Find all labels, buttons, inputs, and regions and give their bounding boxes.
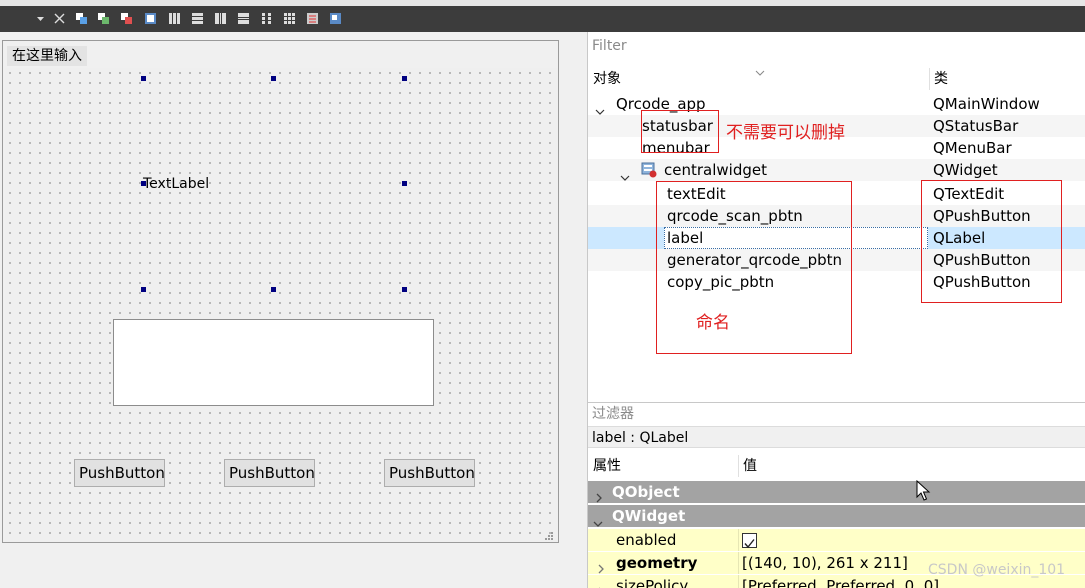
push-button-1[interactable]: PushButton xyxy=(74,459,165,487)
property-name: geometry xyxy=(616,554,698,572)
form-designer-area: 在这里输入 TextLabel PushButton PushButton Pu… xyxy=(0,32,587,588)
push-button-3[interactable]: PushButton xyxy=(384,459,475,487)
push-button-2[interactable]: PushButton xyxy=(224,459,315,487)
tree-item-class: QMainWindow xyxy=(933,95,1040,113)
annotation-note-rename: 命名 xyxy=(696,313,730,333)
column-header-class[interactable]: 类 xyxy=(934,68,948,90)
close-icon[interactable] xyxy=(53,12,66,25)
layout-form-icon[interactable] xyxy=(260,12,273,25)
property-group-qwidget[interactable]: QWidget xyxy=(588,505,1085,527)
toolbar xyxy=(0,0,1085,32)
tree-item-class: QMenuBar xyxy=(933,139,1012,157)
column-separator xyxy=(738,529,739,551)
edit-tab-order-icon[interactable] xyxy=(144,12,157,25)
expand-chevron-icon[interactable] xyxy=(595,100,605,115)
annotation-box-class xyxy=(921,180,1062,303)
column-header-property[interactable]: 属性 xyxy=(593,455,621,477)
property-value[interactable]: [(140, 10), 261 x 211] xyxy=(742,552,908,574)
column-header-object[interactable]: 对象 xyxy=(593,68,621,90)
layout-horizontal-icon[interactable] xyxy=(168,12,181,25)
property-editor: 过滤器 label : QLabel 属性 值 QObject QWidget … xyxy=(587,402,1085,588)
annotation-box-delete xyxy=(641,110,719,153)
object-inspector: Filter 对象 类 Qrcode_app QMainWindow statu… xyxy=(587,32,1085,402)
resize-grip-icon[interactable] xyxy=(542,526,554,540)
layout-vertical-icon[interactable] xyxy=(191,12,204,25)
property-name: enabled xyxy=(616,531,677,549)
selection-handle[interactable] xyxy=(402,181,407,186)
expand-chevron-icon[interactable] xyxy=(593,512,603,527)
layout-vertical-splitter-icon[interactable] xyxy=(237,12,250,25)
property-name: sizePolicy xyxy=(616,577,689,588)
layout-horizontal-splitter-icon[interactable] xyxy=(214,12,227,25)
column-separator xyxy=(738,575,739,588)
selection-handle[interactable] xyxy=(141,287,146,292)
selection-handle[interactable] xyxy=(141,76,146,81)
property-group-name: QWidget xyxy=(612,507,686,525)
text-label-widget[interactable]: TextLabel xyxy=(143,175,209,193)
column-separator[interactable] xyxy=(929,68,930,90)
menu-type-here-placeholder[interactable]: 在这里输入 xyxy=(7,46,87,66)
annotation-box-rename xyxy=(656,181,852,354)
tree-row-centralwidget[interactable]: centralwidget QWidget xyxy=(588,159,1085,181)
tree-item-class: QStatusBar xyxy=(933,117,1019,135)
property-group-name: QObject xyxy=(612,483,680,501)
enabled-checkbox[interactable] xyxy=(742,533,757,549)
column-separator xyxy=(738,552,739,574)
property-group-qobject[interactable]: QObject xyxy=(588,481,1085,503)
edit-buddies-icon[interactable] xyxy=(120,12,133,25)
property-row-enabled[interactable]: enabled xyxy=(588,529,1085,551)
property-object-name: label : QLabel xyxy=(588,426,1085,448)
collapsed-chevron-icon[interactable] xyxy=(594,487,604,503)
selection-handle[interactable] xyxy=(402,76,407,81)
collapsed-chevron-icon[interactable] xyxy=(596,558,606,574)
adjust-size-icon[interactable] xyxy=(329,12,342,25)
property-filter-input[interactable]: 过滤器 xyxy=(588,403,1085,425)
widget-layout-icon xyxy=(641,162,657,178)
object-filter-input[interactable]: Filter xyxy=(588,34,1085,58)
column-separator[interactable] xyxy=(738,455,739,477)
break-layout-icon[interactable] xyxy=(306,12,319,25)
text-edit-widget[interactable] xyxy=(113,319,434,406)
layout-grid-icon[interactable] xyxy=(283,12,296,25)
property-value[interactable]: [Preferred, Preferred, 0, 0] xyxy=(742,575,939,588)
watermark: CSDN @weixin_101 xyxy=(928,562,1066,578)
annotation-note-delete: 不需要可以删掉 xyxy=(726,123,845,143)
selection-handle[interactable] xyxy=(271,76,276,81)
qt-designer-window: 在这里输入 TextLabel PushButton PushButton Pu… xyxy=(0,0,1085,588)
tree-item-class: QWidget xyxy=(933,161,998,179)
mouse-cursor-icon xyxy=(916,479,932,502)
edit-widgets-icon[interactable] xyxy=(75,12,88,25)
selection-handle[interactable] xyxy=(402,287,407,292)
selection-handle[interactable] xyxy=(271,287,276,292)
object-tree-header: 对象 类 xyxy=(588,68,1085,90)
toolbar-overflow-arrow-icon[interactable] xyxy=(34,12,47,25)
property-table-header: 属性 值 xyxy=(588,455,1085,477)
column-header-value[interactable]: 值 xyxy=(743,455,757,477)
edit-signals-slots-icon[interactable] xyxy=(97,12,110,25)
menubar-strip xyxy=(0,0,1085,6)
collapsed-chevron-icon[interactable] xyxy=(596,581,606,588)
expand-chevron-icon[interactable] xyxy=(620,166,630,181)
tree-item-name: centralwidget xyxy=(664,161,767,179)
